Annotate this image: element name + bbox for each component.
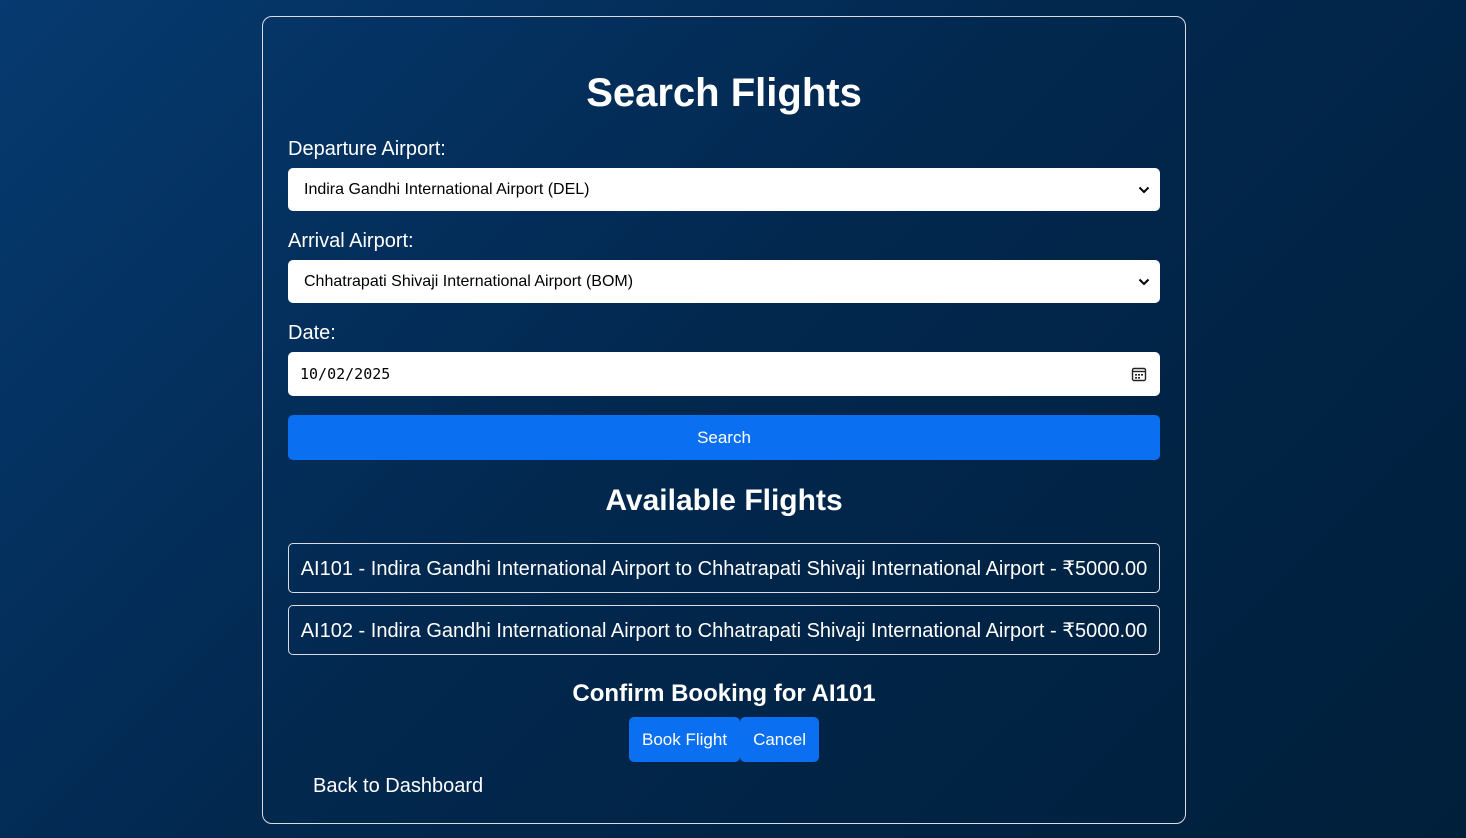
cancel-button[interactable]: Cancel [740, 717, 819, 762]
search-button[interactable]: Search [288, 415, 1160, 460]
arrival-label: Arrival Airport: [288, 230, 414, 252]
flight-item[interactable]: AI102 - Indira Gandhi International Airp… [288, 605, 1160, 655]
flight-item[interactable]: AI101 - Indira Gandhi International Airp… [288, 543, 1160, 593]
confirm-booking-heading: Confirm Booking for AI101 [572, 680, 876, 707]
available-flights-heading: Available Flights [605, 484, 843, 517]
arrival-select[interactable]: Chhatrapati Shivaji International Airpor… [288, 260, 1160, 303]
booking-actions: Book Flight Cancel [288, 717, 1160, 762]
departure-select[interactable]: Indira Gandhi International Airport (DEL… [288, 168, 1160, 211]
chevron-down-icon [1136, 182, 1152, 198]
search-flights-card: Search Flights Departure Airport: Indira… [262, 16, 1186, 824]
arrival-select-value: Chhatrapati Shivaji International Airpor… [304, 272, 634, 290]
departure-select-value: Indira Gandhi International Airport (DEL… [304, 180, 590, 198]
date-input-value: 10/02/2025 [300, 365, 391, 383]
departure-label: Departure Airport: [288, 138, 446, 160]
book-flight-button[interactable]: Book Flight [629, 717, 741, 762]
date-label: Date: [288, 322, 336, 344]
date-input[interactable]: 10/02/2025 [288, 352, 1160, 396]
calendar-icon[interactable] [1130, 365, 1148, 383]
chevron-down-icon [1136, 274, 1152, 290]
back-to-dashboard-link[interactable]: Back to Dashboard [313, 775, 483, 798]
page-title: Search Flights [586, 71, 862, 115]
